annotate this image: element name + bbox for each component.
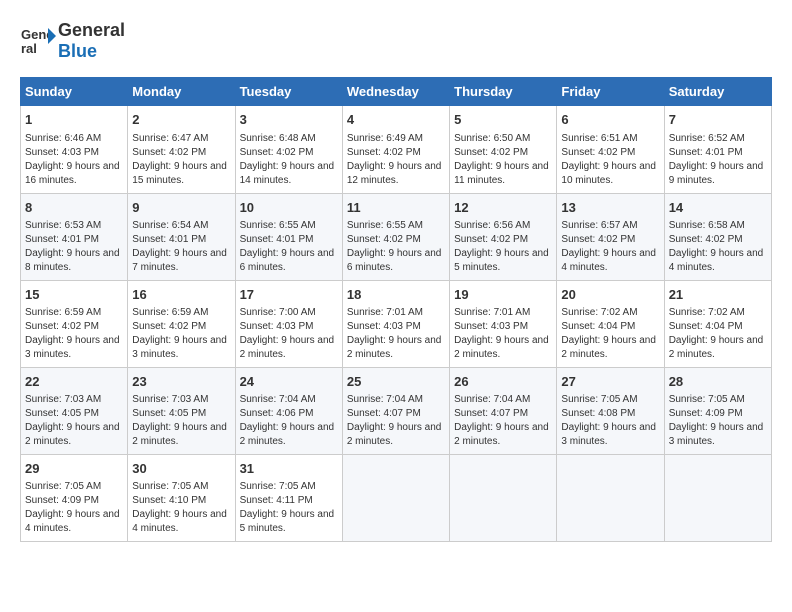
- logo-blue: Blue: [58, 41, 125, 62]
- day-cell-13: 13Sunrise: 6:57 AMSunset: 4:02 PMDayligh…: [557, 193, 664, 280]
- day-cell-17: 17Sunrise: 7:00 AMSunset: 4:03 PMDayligh…: [235, 280, 342, 367]
- column-header-thursday: Thursday: [450, 78, 557, 106]
- day-cell-16: 16Sunrise: 6:59 AMSunset: 4:02 PMDayligh…: [128, 280, 235, 367]
- day-cell-2: 2Sunrise: 6:47 AMSunset: 4:02 PMDaylight…: [128, 106, 235, 193]
- day-cell-11: 11Sunrise: 6:55 AMSunset: 4:02 PMDayligh…: [342, 193, 449, 280]
- column-header-friday: Friday: [557, 78, 664, 106]
- day-cell-22: 22Sunrise: 7:03 AMSunset: 4:05 PMDayligh…: [21, 367, 128, 454]
- day-cell-29: 29Sunrise: 7:05 AMSunset: 4:09 PMDayligh…: [21, 455, 128, 542]
- day-cell-7: 7Sunrise: 6:52 AMSunset: 4:01 PMDaylight…: [664, 106, 771, 193]
- day-cell-23: 23Sunrise: 7:03 AMSunset: 4:05 PMDayligh…: [128, 367, 235, 454]
- day-cell-6: 6Sunrise: 6:51 AMSunset: 4:02 PMDaylight…: [557, 106, 664, 193]
- logo-wrapper: Gene ral General Blue: [20, 20, 125, 61]
- logo-graphic: Gene ral: [20, 23, 56, 59]
- column-header-saturday: Saturday: [664, 78, 771, 106]
- day-cell-26: 26Sunrise: 7:04 AMSunset: 4:07 PMDayligh…: [450, 367, 557, 454]
- logo: Gene ral General Blue: [20, 20, 125, 61]
- empty-cell: [664, 455, 771, 542]
- day-cell-8: 8Sunrise: 6:53 AMSunset: 4:01 PMDaylight…: [21, 193, 128, 280]
- calendar-header-row: SundayMondayTuesdayWednesdayThursdayFrid…: [21, 78, 772, 106]
- day-cell-19: 19Sunrise: 7:01 AMSunset: 4:03 PMDayligh…: [450, 280, 557, 367]
- day-cell-27: 27Sunrise: 7:05 AMSunset: 4:08 PMDayligh…: [557, 367, 664, 454]
- day-cell-9: 9Sunrise: 6:54 AMSunset: 4:01 PMDaylight…: [128, 193, 235, 280]
- logo-name: General: [58, 20, 125, 41]
- column-header-tuesday: Tuesday: [235, 78, 342, 106]
- day-cell-24: 24Sunrise: 7:04 AMSunset: 4:06 PMDayligh…: [235, 367, 342, 454]
- calendar-table: SundayMondayTuesdayWednesdayThursdayFrid…: [20, 77, 772, 542]
- day-cell-10: 10Sunrise: 6:55 AMSunset: 4:01 PMDayligh…: [235, 193, 342, 280]
- day-cell-31: 31Sunrise: 7:05 AMSunset: 4:11 PMDayligh…: [235, 455, 342, 542]
- day-cell-5: 5Sunrise: 6:50 AMSunset: 4:02 PMDaylight…: [450, 106, 557, 193]
- day-cell-12: 12Sunrise: 6:56 AMSunset: 4:02 PMDayligh…: [450, 193, 557, 280]
- day-cell-4: 4Sunrise: 6:49 AMSunset: 4:02 PMDaylight…: [342, 106, 449, 193]
- day-cell-3: 3Sunrise: 6:48 AMSunset: 4:02 PMDaylight…: [235, 106, 342, 193]
- empty-cell: [342, 455, 449, 542]
- day-cell-28: 28Sunrise: 7:05 AMSunset: 4:09 PMDayligh…: [664, 367, 771, 454]
- empty-cell: [557, 455, 664, 542]
- svg-text:ral: ral: [21, 41, 37, 56]
- day-cell-21: 21Sunrise: 7:02 AMSunset: 4:04 PMDayligh…: [664, 280, 771, 367]
- day-cell-25: 25Sunrise: 7:04 AMSunset: 4:07 PMDayligh…: [342, 367, 449, 454]
- day-cell-1: 1Sunrise: 6:46 AMSunset: 4:03 PMDaylight…: [21, 106, 128, 193]
- day-cell-15: 15Sunrise: 6:59 AMSunset: 4:02 PMDayligh…: [21, 280, 128, 367]
- empty-cell: [450, 455, 557, 542]
- column-header-wednesday: Wednesday: [342, 78, 449, 106]
- day-cell-30: 30Sunrise: 7:05 AMSunset: 4:10 PMDayligh…: [128, 455, 235, 542]
- day-cell-14: 14Sunrise: 6:58 AMSunset: 4:02 PMDayligh…: [664, 193, 771, 280]
- column-header-sunday: Sunday: [21, 78, 128, 106]
- day-cell-18: 18Sunrise: 7:01 AMSunset: 4:03 PMDayligh…: [342, 280, 449, 367]
- column-header-monday: Monday: [128, 78, 235, 106]
- page-header: Gene ral General Blue: [20, 20, 772, 61]
- day-cell-20: 20Sunrise: 7:02 AMSunset: 4:04 PMDayligh…: [557, 280, 664, 367]
